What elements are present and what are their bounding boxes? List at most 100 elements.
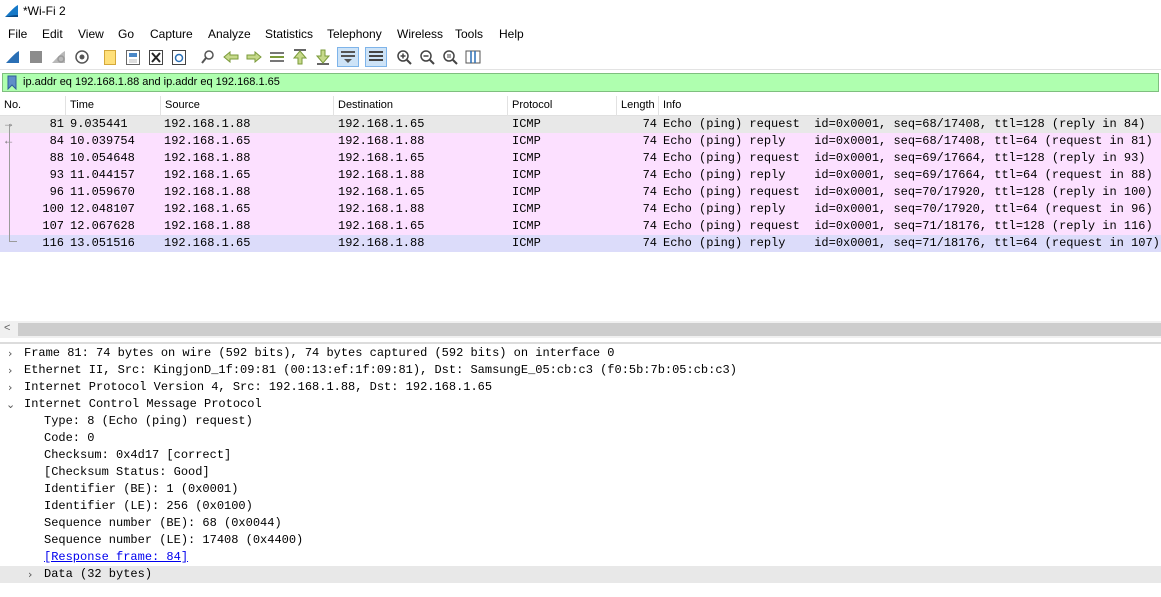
- menu-edit[interactable]: Edit: [42, 27, 63, 41]
- find-packet-icon[interactable]: [199, 48, 217, 66]
- packet-source: 192.168.1.88: [164, 219, 251, 233]
- ethernet-tree-item[interactable]: Ethernet II, Src: KingjonD_1f:09:81 (00:…: [24, 362, 737, 379]
- packet-length: 74: [642, 151, 657, 165]
- chevron-right-icon[interactable]: ›: [28, 568, 32, 581]
- menu-go[interactable]: Go: [118, 27, 134, 41]
- packet-protocol: ICMP: [512, 185, 541, 199]
- go-first-icon[interactable]: [291, 48, 309, 66]
- data-tree-row[interactable]: [0, 566, 1161, 583]
- packet-list-hscrollbar[interactable]: <: [0, 321, 1161, 338]
- menu-help[interactable]: Help: [499, 27, 524, 41]
- packet-protocol: ICMP: [512, 168, 541, 182]
- icmp-field-identifier-le[interactable]: Identifier (LE): 256 (0x0100): [44, 498, 253, 515]
- packet-info: Echo (ping) reply id=0x0001, seq=68/1740…: [663, 134, 1153, 148]
- packet-source: 192.168.1.88: [164, 185, 251, 199]
- packet-source: 192.168.1.65: [164, 134, 251, 148]
- response-frame-link[interactable]: [Response frame: 84]: [44, 549, 188, 566]
- packet-no: 107: [42, 219, 64, 233]
- menu-telephony[interactable]: Telephony: [327, 27, 382, 41]
- icmp-field-seq-le[interactable]: Sequence number (LE): 17408 (0x4400): [44, 532, 303, 549]
- display-filter-input[interactable]: ip.addr eq 192.168.1.88 and ip.addr eq 1…: [2, 73, 1159, 92]
- chevron-down-icon[interactable]: ⌄: [6, 398, 15, 411]
- packet-row[interactable]: 93 11.044157 192.168.1.65 192.168.1.88 I…: [0, 167, 1161, 184]
- packet-length: 74: [642, 134, 657, 148]
- pane-splitter[interactable]: [0, 342, 1161, 344]
- packet-source: 192.168.1.88: [164, 151, 251, 165]
- packet-info: Echo (ping) request id=0x0001, seq=71/18…: [663, 219, 1153, 233]
- column-no[interactable]: No.: [0, 96, 66, 116]
- menu-statistics[interactable]: Statistics: [265, 27, 313, 41]
- packet-row[interactable]: 116 13.051516 192.168.1.65 192.168.1.88 …: [0, 235, 1161, 252]
- zoom-in-icon[interactable]: [395, 48, 413, 66]
- menu-capture[interactable]: Capture: [150, 27, 193, 41]
- icmp-field-checksum[interactable]: Checksum: 0x4d17 [correct]: [44, 447, 231, 464]
- packet-row[interactable]: ← 84 10.039754 192.168.1.65 192.168.1.88…: [0, 133, 1161, 150]
- icmp-field-seq-be[interactable]: Sequence number (BE): 68 (0x0044): [44, 515, 282, 532]
- frame-tree-item[interactable]: Frame 81: 74 bytes on wire (592 bits), 7…: [24, 345, 615, 362]
- stop-capture-icon[interactable]: [27, 48, 45, 66]
- column-info[interactable]: Info: [659, 96, 1161, 116]
- packet-row[interactable]: → 81 9.035441 192.168.1.88 192.168.1.65 …: [0, 116, 1161, 133]
- packet-time: 10.039754: [70, 134, 135, 148]
- menu-wireless[interactable]: Wireless: [397, 27, 443, 41]
- go-to-packet-icon[interactable]: [268, 48, 286, 66]
- ip-tree-item[interactable]: Internet Protocol Version 4, Src: 192.16…: [24, 379, 492, 396]
- go-last-icon[interactable]: [314, 48, 332, 66]
- packet-no: 88: [49, 151, 64, 165]
- scroll-left-icon[interactable]: <: [4, 322, 10, 334]
- column-destination[interactable]: Destination: [334, 96, 508, 116]
- menu-view[interactable]: View: [78, 27, 104, 41]
- column-time[interactable]: Time: [66, 96, 161, 116]
- packet-info: Echo (ping) reply id=0x0001, seq=71/1817…: [663, 236, 1160, 250]
- capture-options-icon[interactable]: [73, 48, 91, 66]
- packet-no: 93: [49, 168, 64, 182]
- title-bar: *Wi-Fi 2: [0, 0, 1161, 24]
- packet-time: 12.048107: [70, 202, 135, 216]
- packet-destination: 192.168.1.65: [338, 219, 425, 233]
- icmp-tree-item[interactable]: Internet Control Message Protocol: [24, 396, 262, 413]
- zoom-normal-icon[interactable]: [441, 48, 459, 66]
- icmp-field-type[interactable]: Type: 8 (Echo (ping) request): [44, 413, 253, 430]
- icmp-field-checksum-status[interactable]: [Checksum Status: Good]: [44, 464, 210, 481]
- icmp-field-identifier-be[interactable]: Identifier (BE): 1 (0x0001): [44, 481, 238, 498]
- display-filter-text[interactable]: ip.addr eq 192.168.1.88 and ip.addr eq 1…: [23, 76, 280, 88]
- go-back-icon[interactable]: [222, 48, 240, 66]
- packet-row[interactable]: 107 12.067628 192.168.1.88 192.168.1.65 …: [0, 218, 1161, 235]
- column-source[interactable]: Source: [161, 96, 334, 116]
- restart-capture-icon[interactable]: [50, 48, 68, 66]
- packet-length: 74: [642, 236, 657, 250]
- zoom-out-icon[interactable]: [418, 48, 436, 66]
- autoscroll-icon[interactable]: [337, 47, 359, 67]
- chevron-right-icon[interactable]: ›: [8, 347, 12, 360]
- menu-tools[interactable]: Tools: [455, 27, 483, 41]
- column-protocol[interactable]: Protocol: [508, 96, 617, 116]
- packet-protocol: ICMP: [512, 219, 541, 233]
- resize-columns-icon[interactable]: [464, 48, 482, 66]
- packet-destination: 192.168.1.65: [338, 117, 425, 131]
- column-length[interactable]: Length: [617, 96, 659, 116]
- packet-length: 74: [642, 185, 657, 199]
- packet-row[interactable]: 88 10.054648 192.168.1.88 192.168.1.65 I…: [0, 150, 1161, 167]
- packet-length: 74: [642, 168, 657, 182]
- scroll-thumb[interactable]: [18, 323, 1161, 336]
- menu-file[interactable]: File: [8, 27, 27, 41]
- packet-protocol: ICMP: [512, 151, 541, 165]
- close-file-icon[interactable]: [147, 48, 165, 66]
- chevron-right-icon[interactable]: ›: [8, 364, 12, 377]
- open-file-icon[interactable]: [101, 48, 119, 66]
- reload-file-icon[interactable]: [170, 48, 188, 66]
- go-forward-icon[interactable]: [245, 48, 263, 66]
- icmp-field-code[interactable]: Code: 0: [44, 430, 94, 447]
- packet-info: Echo (ping) request id=0x0001, seq=70/17…: [663, 185, 1153, 199]
- menu-analyze[interactable]: Analyze: [208, 27, 251, 41]
- packet-row[interactable]: 100 12.048107 192.168.1.65 192.168.1.88 …: [0, 201, 1161, 218]
- chevron-right-icon[interactable]: ›: [8, 381, 12, 394]
- bookmark-icon[interactable]: [6, 75, 18, 90]
- packet-time: 12.067628: [70, 219, 135, 233]
- data-tree-item[interactable]: Data (32 bytes): [44, 566, 152, 583]
- start-capture-icon[interactable]: [4, 48, 22, 66]
- packet-protocol: ICMP: [512, 236, 541, 250]
- colorize-icon[interactable]: [365, 47, 387, 67]
- packet-row[interactable]: 96 11.059670 192.168.1.88 192.168.1.65 I…: [0, 184, 1161, 201]
- save-file-icon[interactable]: [124, 48, 142, 66]
